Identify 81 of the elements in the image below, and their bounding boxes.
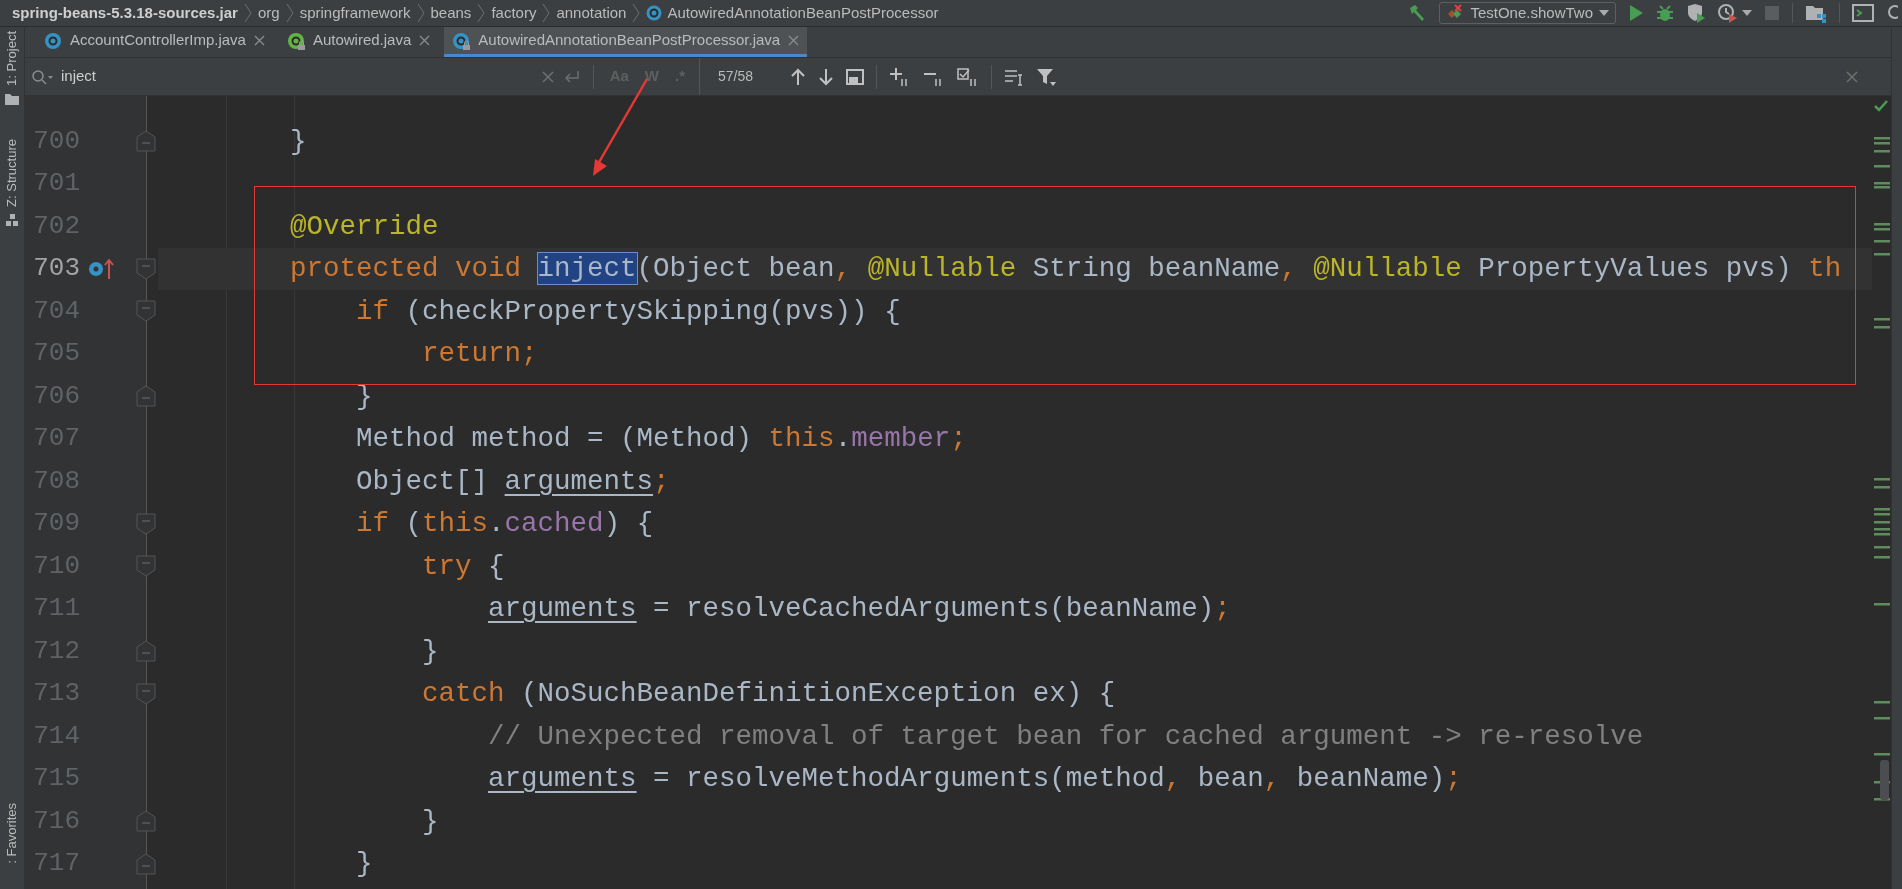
code-line: } — [422, 807, 439, 835]
shield-run-icon[interactable] — [1686, 3, 1706, 23]
code-line: } — [422, 637, 439, 665]
checkbox-occurrence-icon[interactable] — [957, 66, 979, 87]
scrollbar-thumb[interactable] — [1880, 760, 1889, 800]
chevron-icon — [632, 3, 641, 23]
close-icon[interactable] — [253, 35, 265, 46]
fold-icon[interactable] — [136, 130, 156, 153]
breadcrumb-item[interactable]: factory — [491, 1, 537, 25]
code-line: Method method = (Method) this.member; — [356, 425, 967, 453]
arrow-down-icon[interactable] — [818, 67, 834, 86]
annotation-icon — [286, 31, 305, 50]
code-line: @Override — [290, 212, 439, 240]
caret-icon[interactable] — [1742, 10, 1752, 16]
run-icon[interactable] — [1628, 4, 1644, 22]
clock-run-icon[interactable] — [1718, 3, 1738, 23]
breadcrumb-item[interactable]: org — [257, 1, 280, 25]
close-icon[interactable] — [788, 35, 800, 46]
caret-icon — [1599, 10, 1609, 16]
class-icon — [44, 31, 62, 50]
chevron-icon — [243, 3, 252, 23]
editor-tab[interactable]: Autowired.java — [278, 27, 439, 57]
code-line: if (this.cached) { — [356, 510, 654, 538]
filter-icon[interactable] — [1036, 66, 1056, 87]
fold-icon[interactable] — [136, 512, 156, 535]
fold-icon[interactable] — [136, 640, 156, 663]
chevron-icon — [285, 3, 294, 23]
code-line: catch (NoSuchBeanDefinitionException ex) { — [422, 680, 1116, 708]
close-icon[interactable] — [1845, 69, 1859, 84]
code-line: return; — [422, 340, 538, 368]
match-counter: 57/58 — [718, 67, 755, 86]
line-number: 703 — [32, 252, 80, 286]
code-line: if (checkPropertySkipping(pvs)) { — [356, 297, 901, 325]
bug-icon[interactable] — [1656, 4, 1674, 22]
code-line: try { — [422, 552, 505, 580]
class-icon — [646, 5, 663, 21]
fold-icon[interactable] — [136, 682, 156, 705]
breadcrumb-item[interactable]: springframework — [299, 1, 411, 25]
code-line: Object[] arguments; — [356, 467, 670, 495]
breadcrumb-item[interactable]: beans — [430, 1, 472, 25]
chevron-icon — [477, 3, 486, 23]
chevron-icon — [542, 3, 551, 23]
editor-tab[interactable]: AccountControllerImp.java — [36, 27, 273, 57]
code-line: arguments = resolveMethodArguments(method, bean, beanName); — [488, 765, 1462, 793]
code-line: } — [290, 127, 307, 155]
tool-window-button[interactable]: 1: Project — [2, 31, 22, 86]
terminal-window-icon[interactable] — [1852, 4, 1874, 22]
code-comment: // Unexpected removal of target bean for cached argument -> re-resolve — [488, 722, 1644, 750]
code-line: arguments = resolveCachedArguments(beanName); — [488, 595, 1231, 623]
clear-icon[interactable] — [540, 69, 555, 84]
editor-tab[interactable]: AutowiredAnnotationBeanPostProcessor.java — [444, 27, 808, 57]
tool-window-button[interactable]: Z: Structure — [2, 139, 22, 207]
code-editor[interactable] — [25, 96, 1872, 889]
check-icon[interactable] — [1874, 100, 1888, 112]
search-icon[interactable] — [1886, 4, 1898, 22]
fold-icon[interactable] — [136, 385, 156, 408]
class-icon — [452, 31, 471, 50]
chevron-icon — [416, 3, 425, 23]
code-line: protected void inject(Object bean, @Nullable String beanName, @Nullable PropertyValues pvs) th — [290, 255, 1842, 283]
breadcrumb-item[interactable]: annotation — [556, 1, 627, 25]
newline-icon[interactable] — [562, 68, 581, 85]
search-icon[interactable] — [31, 68, 53, 85]
run-configuration-dropdown[interactable]: TestOne.showTwo — [1439, 2, 1616, 24]
select-all-icon[interactable] — [846, 68, 864, 85]
folder-grid-icon[interactable] — [1805, 3, 1827, 23]
fold-icon[interactable] — [136, 300, 156, 323]
run-configuration-label: TestOne.showTwo — [1470, 2, 1593, 23]
overrides-icon[interactable] — [88, 256, 114, 281]
fold-icon[interactable] — [136, 555, 156, 578]
close-icon[interactable] — [419, 35, 431, 46]
breadcrumb-item[interactable]: AutowiredAnnotationBeanPostProcessor — [667, 1, 939, 25]
arrow-up-icon[interactable] — [790, 67, 806, 86]
lines-icon[interactable] — [1004, 67, 1024, 86]
code-line: } — [356, 850, 373, 878]
search-field[interactable]: inject — [61, 65, 533, 88]
tool-window-button[interactable]: : Favorites — [2, 803, 22, 864]
structure-icon[interactable] — [5, 212, 19, 227]
breadcrumb-item[interactable]: spring-beans-5.3.18-sources.jar — [12, 1, 238, 25]
fold-icon[interactable] — [136, 810, 156, 833]
folder-icon[interactable] — [4, 91, 20, 106]
fold-icon[interactable] — [136, 257, 156, 280]
